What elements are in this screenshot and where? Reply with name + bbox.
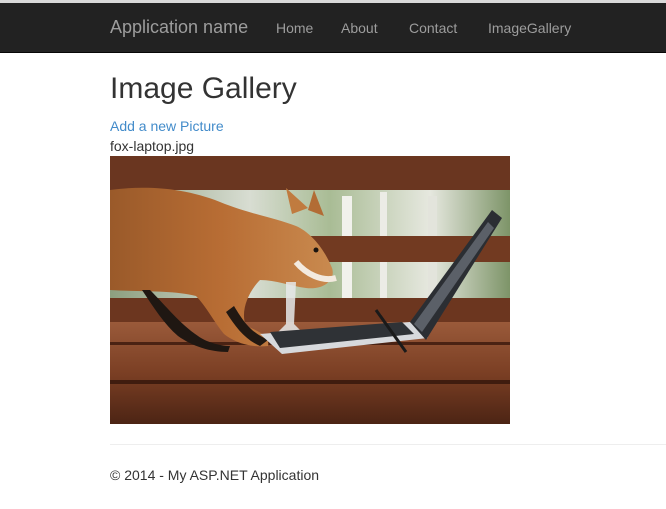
image-file-name: fox-laptop.jpg: [110, 138, 195, 154]
page-title: Image Gallery: [110, 72, 297, 105]
add-picture-link[interactable]: Add a new Picture: [110, 117, 224, 135]
brand-link[interactable]: Application name: [110, 17, 248, 37]
footer-copyright: © 2014 - My ASP.NET Application: [110, 467, 320, 483]
nav-about-link[interactable]: About: [341, 19, 378, 37]
nav-contact-link[interactable]: Contact: [409, 19, 457, 37]
gallery-image-fox-laptop: [110, 156, 510, 424]
nav-home-link[interactable]: Home: [276, 19, 313, 37]
top-navbar: Application name Home About Contact Imag…: [0, 3, 666, 53]
nav-imagegallery-link[interactable]: ImageGallery: [488, 19, 571, 37]
footer-divider: [110, 444, 666, 445]
